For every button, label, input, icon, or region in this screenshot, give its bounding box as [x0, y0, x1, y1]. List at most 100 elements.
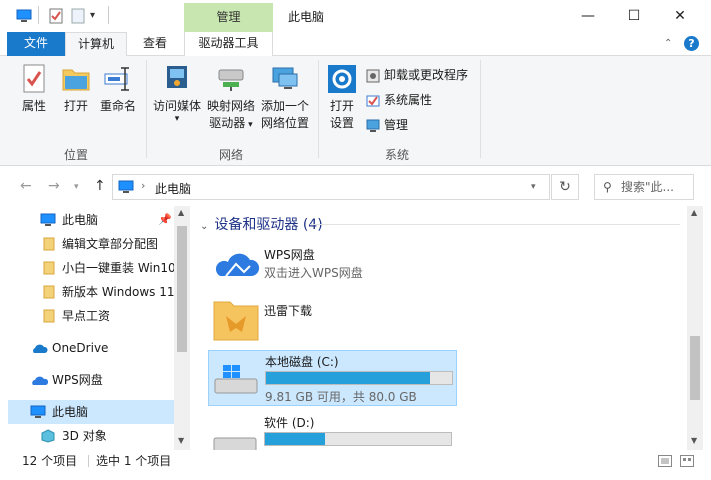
ribbon: 属性 打开 重命名 位置 访问媒体 ▾ 映射网络 驱动器 ▾ 添加一个 网络位置	[0, 56, 711, 166]
computer-icon	[40, 213, 56, 227]
group-label-network: 网络	[219, 148, 244, 162]
nav-item-this-pc-quick[interactable]: 此电脑 📌	[8, 208, 174, 232]
drive-item-d[interactable]: 软件 (D:)	[208, 412, 458, 450]
maximize-button[interactable]: ☐	[611, 0, 657, 32]
large-icons-view-icon[interactable]	[680, 455, 694, 467]
manage-icon	[366, 119, 380, 133]
uninstall-button[interactable]: 卸载或更改程序	[366, 64, 468, 86]
nav-scrollbar[interactable]: ▲ ▼	[174, 206, 190, 450]
open-button[interactable]: 打开	[58, 64, 94, 115]
nav-item-folder[interactable]: 小白一键重装 Win10	[8, 256, 174, 280]
help-icon[interactable]: ?	[684, 36, 699, 51]
search-input[interactable]: ⚲ 搜索"此...	[594, 174, 694, 200]
folder-icon	[42, 309, 58, 323]
drive-item-wps[interactable]: WPS网盘 双击进入WPS网盘	[208, 242, 458, 284]
ribbon-collapse-icon[interactable]: ⌃	[664, 38, 672, 49]
tab-file[interactable]: 文件	[7, 32, 65, 56]
map-network-drive-button[interactable]: 映射网络 驱动器 ▾	[204, 64, 258, 134]
context-tab-manage: 管理	[184, 3, 273, 32]
computer-icon	[30, 405, 46, 419]
window-title: 此电脑	[288, 10, 325, 24]
recent-dropdown-icon[interactable]: ▾	[74, 182, 79, 192]
dropdown-arrow-icon: ▾	[174, 114, 180, 124]
back-arrow-icon[interactable]: ←	[20, 178, 32, 194]
system-properties-icon	[366, 94, 380, 108]
media-icon	[162, 64, 192, 94]
scroll-thumb[interactable]	[690, 336, 700, 400]
network-drive-icon	[216, 64, 246, 94]
folder-icon	[42, 237, 58, 251]
details-view-icon[interactable]	[658, 455, 672, 467]
wps-cloud-icon	[214, 246, 260, 280]
scroll-down-icon[interactable]: ▼	[691, 436, 697, 445]
nav-item-this-pc[interactable]: 此电脑	[8, 400, 174, 424]
new-folder-icon[interactable]	[70, 8, 86, 24]
content-pane: ⌄ 设备和驱动器 (4) WPS网盘 双击进入WPS网盘 迅雷下载 本地磁盘 (C…	[190, 206, 687, 450]
pin-icon[interactable]: 📌	[158, 208, 172, 232]
drive-name: 本地磁盘 (C:)	[265, 355, 339, 369]
rename-icon	[103, 64, 133, 94]
disk-usage-fill	[265, 433, 325, 445]
cube-icon	[40, 429, 56, 443]
manage-button[interactable]: 管理	[366, 114, 408, 136]
scroll-down-icon[interactable]: ▼	[178, 436, 184, 445]
open-settings-button[interactable]: 打开 设置	[322, 64, 362, 132]
cloud-icon	[30, 341, 48, 355]
properties-button[interactable]: 属性	[16, 64, 52, 115]
computer-icon[interactable]	[16, 8, 32, 24]
scroll-thumb[interactable]	[177, 226, 187, 352]
access-media-button[interactable]: 访问媒体 ▾	[150, 64, 204, 124]
status-divider	[88, 455, 89, 467]
content-scrollbar[interactable]: ▲ ▼	[687, 206, 703, 450]
nav-item-folder[interactable]: 编辑文章部分配图	[8, 232, 174, 256]
forward-arrow-icon[interactable]: →	[48, 178, 60, 194]
scroll-up-icon[interactable]: ▲	[691, 208, 697, 217]
rename-button[interactable]: 重命名	[98, 64, 138, 115]
disk-usage-bar	[264, 432, 452, 446]
tab-view[interactable]: 查看	[131, 32, 179, 56]
uninstall-icon	[366, 69, 380, 83]
ribbon-separator	[480, 60, 481, 158]
computer-icon	[118, 180, 134, 194]
collapse-chevron-icon: ⌄	[200, 221, 209, 232]
minimize-button[interactable]: —	[565, 0, 611, 32]
nav-item-folder[interactable]: 新版本 Windows 11	[8, 280, 174, 304]
add-network-location-button[interactable]: 添加一个 网络位置	[258, 64, 312, 132]
up-arrow-icon[interactable]: ↑	[94, 178, 106, 194]
scroll-up-icon[interactable]: ▲	[178, 208, 184, 217]
nav-item-folder[interactable]: 早点工资	[8, 304, 174, 328]
drive-name: 软件 (D:)	[264, 416, 315, 430]
drive-name: 迅雷下载	[264, 304, 313, 318]
disk-usage-bar	[265, 371, 453, 385]
status-bar: 12 个项目 选中 1 个项目	[0, 450, 711, 472]
refresh-icon: ↻	[559, 179, 571, 195]
tab-computer[interactable]: 计算机	[65, 32, 127, 57]
system-properties-button[interactable]: 系统属性	[366, 89, 432, 111]
ribbon-separator	[146, 60, 147, 158]
nav-item-onedrive[interactable]: OneDrive	[8, 336, 174, 360]
folder-icon	[42, 285, 58, 299]
address-input[interactable]: › 此电脑 ▾	[112, 174, 550, 200]
nav-item-wps-drive[interactable]: WPS网盘	[8, 368, 174, 392]
toolbar-divider	[38, 6, 39, 24]
nav-item-3d-objects[interactable]: 3D 对象	[8, 424, 174, 448]
address-dropdown-icon[interactable]: ▾	[531, 182, 536, 192]
breadcrumb-this-pc[interactable]: 此电脑	[155, 180, 191, 197]
drive-subtitle: 双击进入WPS网盘	[264, 266, 363, 280]
selection-count: 选中 1 个项目	[96, 454, 172, 468]
search-icon: ⚲	[603, 180, 612, 194]
breadcrumb-chevron-icon: ›	[141, 179, 146, 192]
customize-toolbar-icon[interactable]: ▾	[90, 8, 106, 24]
disk-usage-fill	[266, 372, 430, 384]
group-header[interactable]: ⌄ 设备和驱动器 (4)	[200, 214, 323, 234]
close-button[interactable]: ✕	[657, 0, 703, 32]
refresh-button[interactable]: ↻	[551, 174, 579, 200]
group-divider	[310, 224, 680, 225]
drive-usage-text: 9.81 GB 可用，共 80.0 GB	[265, 390, 417, 404]
title-bar: ▾ 管理 此电脑 — ☐ ✕	[0, 0, 711, 32]
drive-item-xunlei[interactable]: 迅雷下载	[208, 292, 458, 344]
drive-item-c[interactable]: 本地磁盘 (C:) 9.81 GB 可用，共 80.0 GB	[208, 350, 457, 406]
tab-drive-tools[interactable]: 驱动器工具	[184, 32, 273, 56]
properties-icon[interactable]	[48, 8, 64, 24]
navigation-pane: 此电脑 📌 编辑文章部分配图 小白一键重装 Win10 新版本 Windows …	[8, 206, 190, 450]
